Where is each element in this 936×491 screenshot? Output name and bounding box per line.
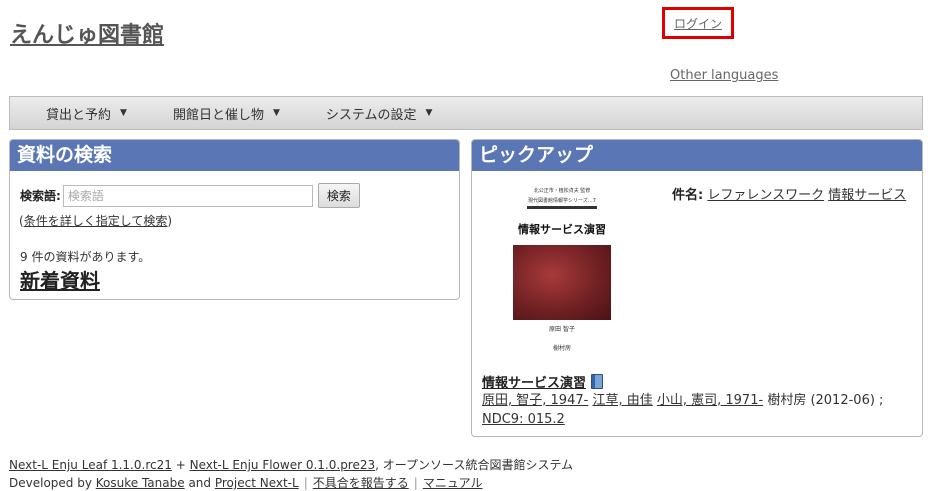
book-title-row: 情報サービス演習: [482, 372, 604, 391]
cover-series-line: 北公正市・植松貞夫 監修: [533, 188, 591, 194]
developed-by-text: Developed by: [9, 476, 92, 490]
author-link[interactable]: 江草, 由佳: [592, 393, 652, 408]
pickup-panel-title: ピックアップ: [472, 140, 922, 171]
book-metadata: 原田, 智子, 1947- 江草, 由佳 小山, 憲司, 1971- 樹村房 (…: [482, 391, 912, 429]
book-icon: [591, 374, 604, 389]
enju-flower-link[interactable]: Next-L Enju Flower 0.1.0.pre23: [190, 458, 376, 472]
ndc-link[interactable]: NDC9: 015.2: [482, 412, 565, 427]
cover-title: 情報サービス演習: [518, 223, 606, 236]
menu-label: システムの設定: [325, 107, 417, 123]
separator: |: [303, 476, 308, 490]
author-link[interactable]: 小山, 憲司, 1971-: [657, 393, 763, 408]
site-title[interactable]: えんじゅ図書館: [10, 17, 164, 49]
caret-down-icon: ▼: [120, 108, 127, 118]
search-panel: 資料の検索 検索語: 検索 (条件を詳しく指定して検索) 9 件の資料があります…: [9, 139, 460, 300]
publisher-year: 樹村房 (2012-06) ;: [767, 393, 884, 408]
report-bug-link[interactable]: 不具合を報告する: [313, 476, 409, 490]
developer-link[interactable]: Kosuke Tanabe: [96, 476, 185, 490]
cover-series-line: 現代図書館情報学シリーズ…7: [528, 198, 596, 204]
new-items-link[interactable]: 新着資料: [20, 265, 100, 294]
menu-calendar-events[interactable]: 開館日と催し物 ▼: [173, 104, 280, 123]
search-input[interactable]: [62, 184, 313, 207]
menu-checkout-reserve[interactable]: 貸出と予約 ▼: [46, 104, 127, 123]
cover-publisher: 樹村房: [552, 345, 571, 352]
menu-label: 開館日と催し物: [172, 107, 264, 123]
search-panel-title: 資料の検索: [10, 140, 459, 171]
search-button[interactable]: 検索: [317, 183, 360, 208]
enju-leaf-link[interactable]: Next-L Enju Leaf 1.1.0.rc21: [9, 458, 172, 472]
system-text: , オープンソース統合図書館システム: [375, 458, 574, 472]
cover-rule: [527, 206, 597, 209]
search-form: 検索語: 検索: [20, 183, 360, 208]
manual-link[interactable]: マニュアル: [423, 476, 483, 490]
cover-artwork: [513, 245, 611, 320]
item-count: 9 件の資料があります。: [20, 250, 151, 264]
other-languages-link[interactable]: Other languages: [670, 68, 778, 83]
project-link[interactable]: Project Next-L: [215, 476, 299, 490]
subject-line: 件名: レファレンスワーク 情報サービス: [672, 184, 906, 203]
author-link[interactable]: 原田, 智子, 1947-: [482, 393, 588, 408]
main-menu-bar: 貸出と予約 ▼ 開館日と催し物 ▼ システムの設定 ▼: [9, 96, 923, 130]
book-title-link[interactable]: 情報サービス演習: [482, 372, 586, 391]
caret-down-icon: ▼: [425, 108, 433, 118]
footer-line-2: Developed by Kosuke Tanabe and Project N…: [9, 474, 573, 491]
login-highlight-box: ログイン: [662, 7, 734, 39]
paren-close: ): [167, 214, 173, 228]
footer-line-1: Next-L Enju Leaf 1.1.0.rc21 + Next-L Enj…: [9, 456, 573, 474]
pickup-panel: ピックアップ 北公正市・植松貞夫 監修 現代図書館情報学シリーズ…7 情報サービ…: [471, 139, 923, 437]
advanced-search-link[interactable]: 条件を詳しく指定して検索: [24, 214, 168, 228]
book-cover-image[interactable]: 北公正市・植松貞夫 監修 現代図書館情報学シリーズ…7 情報サービス演習 原田 …: [510, 184, 614, 352]
menu-system-settings[interactable]: システムの設定 ▼: [326, 104, 433, 123]
subject-link[interactable]: 情報サービス: [828, 188, 906, 203]
menu-label: 貸出と予約: [46, 107, 112, 123]
search-label: 検索語:: [20, 189, 61, 203]
and-text: and: [188, 476, 212, 490]
subject-label: 件名:: [672, 188, 704, 203]
login-link[interactable]: ログイン: [674, 15, 722, 32]
footer: Next-L Enju Leaf 1.1.0.rc21 + Next-L Enj…: [9, 456, 573, 491]
caret-down-icon: ▼: [272, 108, 280, 118]
subject-link[interactable]: レファレンスワーク: [707, 188, 824, 203]
plus-sign: +: [175, 458, 186, 472]
advanced-search: (条件を詳しく指定して検索): [19, 212, 172, 229]
separator: |: [413, 476, 418, 490]
cover-author: 原田 智子: [549, 326, 575, 333]
